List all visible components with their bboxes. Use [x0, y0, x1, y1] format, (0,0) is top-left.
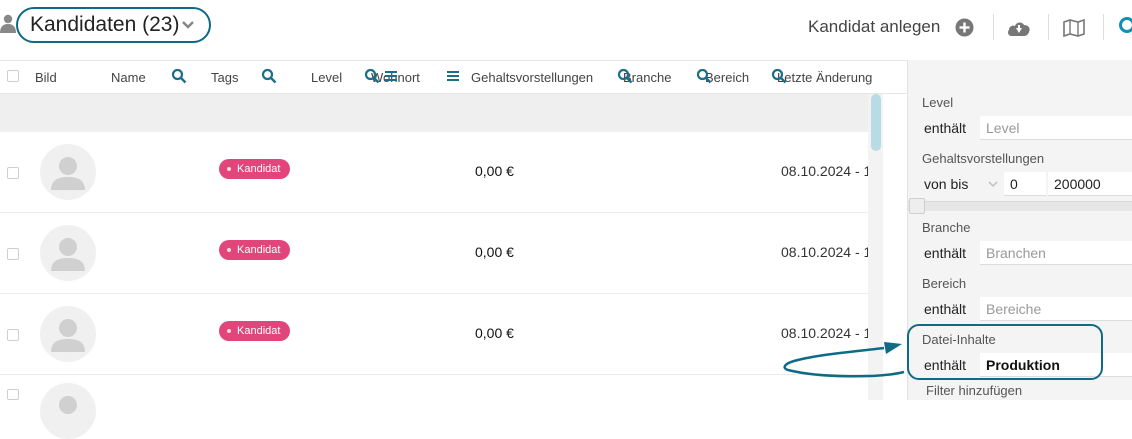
list-icon[interactable] [383, 68, 399, 84]
tag-dot-icon [227, 167, 231, 171]
tag-badge[interactable]: Kandidat [219, 159, 290, 179]
search-icon[interactable] [1118, 16, 1132, 36]
table-row[interactable] [0, 375, 868, 400]
column-level[interactable]: Level [311, 70, 342, 85]
table-row[interactable]: Kandidat 0,00 € 08.10.2024 - 1 [0, 132, 868, 213]
filter-level-placeholder: Level [986, 120, 1019, 136]
filter-level-label: Level [922, 95, 953, 110]
tag-label: Kandidat [237, 244, 280, 256]
search-icon[interactable] [261, 68, 277, 84]
row-checkbox[interactable] [7, 248, 19, 260]
avatar [40, 225, 96, 281]
top-bar: Kandidaten (23) Kandidat anlegen [0, 0, 1132, 56]
row-checkbox[interactable] [7, 329, 19, 341]
filter-gehalt-operator[interactable]: von bis [924, 176, 968, 192]
filter-bereich-operator[interactable]: enthält [924, 301, 966, 317]
chevron-down-icon [181, 20, 195, 30]
filter-gehalt-min-input[interactable]: 0 [1004, 172, 1046, 196]
column-letzte-aenderung[interactable]: Letzte Änderung [777, 70, 872, 85]
filter-branche-operator[interactable]: enthält [924, 245, 966, 261]
toolbar-divider [993, 14, 994, 40]
add-filter-link[interactable]: Filter hinzufügen [926, 383, 1022, 398]
tag-label: Kandidat [237, 163, 280, 175]
filter-gehalt-label: Gehaltsvorstellungen [922, 151, 1044, 166]
column-tags[interactable]: Tags [211, 70, 238, 85]
filter-bereich-input[interactable]: Bereiche [980, 297, 1132, 321]
date-cell: 08.10.2024 - 1 [781, 244, 868, 260]
table-row[interactable]: Kandidat 0,00 € 08.10.2024 - 1 [0, 294, 868, 375]
user-placeholder-icon [40, 306, 96, 362]
filter-gehalt-range: von bis 0 200000 [908, 172, 1132, 196]
filter-gehalt-max-value: 200000 [1054, 176, 1101, 192]
search-icon[interactable] [771, 68, 787, 84]
filter-branche-input[interactable]: Branchen [980, 241, 1132, 265]
search-icon[interactable] [696, 68, 712, 84]
avatar [40, 306, 96, 362]
tag-dot-icon [227, 248, 231, 252]
scrollbar-thumb[interactable] [871, 94, 881, 151]
salary-cell: 0,00 € [475, 325, 514, 341]
filter-level-input[interactable]: Level [980, 116, 1132, 140]
tag-badge[interactable]: Kandidat [219, 321, 290, 341]
plus-circle-icon[interactable] [955, 18, 974, 37]
salary-cell: 0,00 € [475, 163, 514, 179]
avatar [40, 383, 96, 439]
filter-branche-label: Branche [922, 220, 970, 235]
highlight-box [907, 324, 1103, 380]
filter-gehalt-min-value: 0 [1010, 176, 1018, 192]
table-header: Bild Name Tags Level Wohnort Gehaltsvors… [0, 60, 907, 94]
column-name[interactable]: Name [111, 70, 146, 85]
cloud-download-icon[interactable] [1007, 19, 1031, 37]
row-checkbox[interactable] [7, 167, 19, 179]
salary-slider-handle[interactable] [909, 198, 925, 214]
filter-level-operator[interactable]: enthält [924, 120, 966, 136]
create-candidate-link[interactable]: Kandidat anlegen [808, 17, 940, 37]
toolbar-divider [1103, 14, 1104, 40]
page-title: Kandidaten (23) [30, 13, 179, 37]
search-icon[interactable] [617, 68, 633, 84]
chevron-down-icon[interactable] [988, 180, 998, 188]
avatar [40, 144, 96, 200]
search-icon[interactable] [171, 68, 187, 84]
map-icon[interactable] [1063, 19, 1085, 37]
toolbar-divider [1048, 14, 1049, 40]
salary-cell: 0,00 € [475, 244, 514, 260]
user-placeholder-icon [40, 225, 96, 281]
tag-dot-icon [227, 329, 231, 333]
row-checkbox[interactable] [7, 389, 19, 400]
filter-gehalt-max-input[interactable]: 200000 [1048, 172, 1132, 196]
table-row[interactable]: Kandidat 0,00 € 08.10.2024 - 1 [0, 213, 868, 294]
search-icon[interactable] [364, 68, 380, 84]
user-placeholder-icon [40, 383, 96, 439]
date-cell: 08.10.2024 - 1 [781, 163, 868, 179]
user-placeholder-icon [40, 144, 96, 200]
list-title-dropdown[interactable]: Kandidaten (23) [16, 7, 211, 43]
tag-label: Kandidat [237, 325, 280, 337]
filter-branche-placeholder: Branchen [986, 245, 1046, 261]
column-bild[interactable]: Bild [35, 70, 57, 85]
table-spacer [0, 94, 868, 132]
annotation-arrow [780, 330, 910, 385]
select-all-checkbox[interactable] [7, 70, 19, 82]
filter-bereich-placeholder: Bereiche [986, 301, 1041, 317]
tag-badge[interactable]: Kandidat [219, 240, 290, 260]
filter-bereich-label: Bereich [922, 276, 966, 291]
salary-range-slider[interactable] [908, 201, 1132, 211]
column-gehalt[interactable]: Gehaltsvorstellungen [471, 70, 593, 85]
list-icon[interactable] [445, 68, 461, 84]
